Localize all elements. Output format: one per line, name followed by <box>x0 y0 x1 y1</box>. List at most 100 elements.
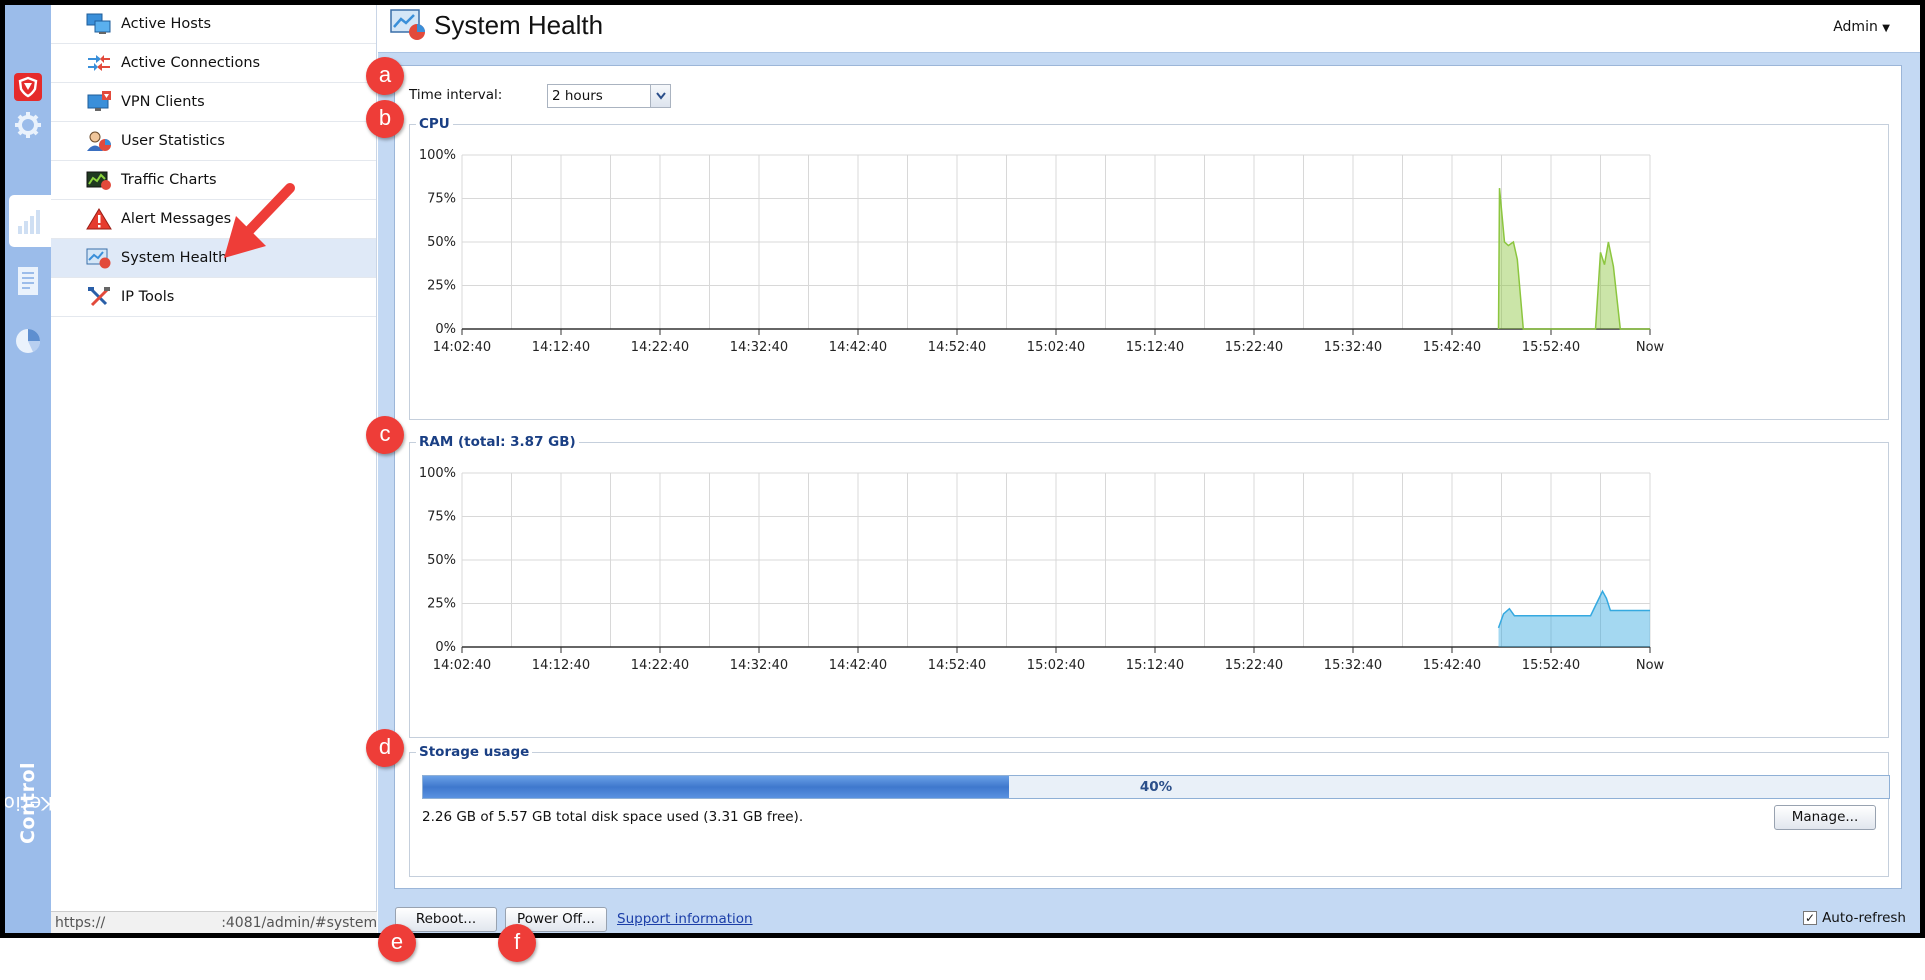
vpn-clients-icon <box>85 90 113 114</box>
nav-item-label: IP Tools <box>121 289 175 305</box>
cpu-y-tick-label: 0% <box>435 322 456 337</box>
cpu-x-tick-label: 14:42:40 <box>829 340 887 355</box>
nav-item-label: VPN Clients <box>121 94 205 110</box>
app-window: Kerio Control Active Hosts Active Connect… <box>0 0 1925 938</box>
chevron-down-icon[interactable] <box>650 85 670 107</box>
cpu-chart-section: CPU 100% 75% 50% 25% 0% 14:02:40 14:12:40 14:22… <box>409 116 1889 420</box>
storage-title: Storage usage <box>416 744 533 760</box>
ram-chart-section: RAM (total: 3.87 GB) 100% 75% 50% 25% 0% 14:0… <box>409 434 1889 738</box>
main-area: System Health Admin ▼ Time interval: 2 h… <box>378 5 1920 933</box>
storage-percent: 40% <box>1139 779 1173 795</box>
ram-x-tick-label: 15:52:40 <box>1522 658 1580 673</box>
cpu-x-tick-label: 15:42:40 <box>1423 340 1481 355</box>
annotation-badge-b: b <box>366 100 404 138</box>
storage-details: 2.26 GB of 5.57 GB total disk space used… <box>422 809 804 825</box>
annotation-badge-c: c <box>366 416 404 454</box>
ram-series-area <box>1498 591 1650 647</box>
monitors-icon <box>85 12 113 36</box>
reports-pie-icon[interactable] <box>7 315 49 367</box>
cpu-x-tick-label: 14:32:40 <box>730 340 788 355</box>
caret-down-icon: ▼ <box>1882 23 1890 34</box>
cpu-x-tick-label: 14:02:40 <box>433 340 491 355</box>
time-interval-select[interactable]: 2 hours <box>547 84 671 108</box>
nav-item-label: System Health <box>121 250 228 266</box>
ram-y-tick-label: 0% <box>435 640 456 655</box>
time-interval-value: 2 hours <box>552 88 603 104</box>
ip-tools-icon <box>85 285 113 309</box>
annotation-badge-d: d <box>366 729 404 767</box>
cpu-x-tick-label: 15:12:40 <box>1126 340 1184 355</box>
nav-item-vpn-clients[interactable]: VPN Clients <box>51 83 376 122</box>
brand-logo: Kerio Control <box>5 733 53 873</box>
admin-menu[interactable]: Admin ▼ <box>1833 19 1890 35</box>
nav-item-label: Active Connections <box>121 55 261 71</box>
user-statistics-icon <box>85 129 113 153</box>
time-interval-label: Time interval: <box>409 87 503 103</box>
cpu-x-tick-label: 14:52:40 <box>928 340 986 355</box>
cpu-x-tick-label: 15:32:40 <box>1324 340 1382 355</box>
nav-item-active-hosts[interactable]: Active Hosts <box>51 5 376 44</box>
nav-item-label: Alert Messages <box>121 211 232 227</box>
admin-label: Admin <box>1833 19 1878 35</box>
ram-x-tick-label: 14:12:40 <box>532 658 590 673</box>
cpu-x-tick-label: 15:02:40 <box>1027 340 1085 355</box>
storage-section: Storage usage 40% 2.26 GB of 5.57 GB tot… <box>409 744 1890 877</box>
nav-item-alert-messages[interactable]: Alert Messages <box>51 200 376 239</box>
nav-item-system-health[interactable]: System Health <box>51 239 376 278</box>
ram-x-tick-label: 15:02:40 <box>1027 658 1085 673</box>
gear-icon[interactable] <box>7 99 49 151</box>
auto-refresh-label: Auto-refresh <box>1822 910 1906 926</box>
ram-y-tick-label: 100% <box>419 466 456 481</box>
manage-button[interactable]: Manage... <box>1774 805 1876 830</box>
cpu-x-tick-label: 15:22:40 <box>1225 340 1283 355</box>
title-bar: System Health Admin ▼ <box>378 5 1920 53</box>
cpu-x-tick-label: 14:12:40 <box>532 340 590 355</box>
ram-x-tick-label: Now <box>1636 658 1665 673</box>
system-health-icon <box>390 9 426 41</box>
auto-refresh-checkbox[interactable]: ✓ <box>1803 911 1818 925</box>
statistics-bars-icon[interactable] <box>9 195 51 247</box>
cpu-y-tick-label: 50% <box>427 235 456 250</box>
page-title: System Health <box>434 10 604 40</box>
brand-light: Kerio <box>2 792 54 815</box>
ram-x-tick-label: 14:32:40 <box>730 658 788 673</box>
nav-item-label: Active Hosts <box>121 16 212 32</box>
nav-item-traffic-charts[interactable]: Traffic Charts <box>51 161 376 200</box>
annotation-badge-e: e <box>378 924 416 962</box>
cpu-y-tick-label: 25% <box>427 279 456 294</box>
ram-y-tick-label: 75% <box>427 510 456 525</box>
storage-progress-bar: 40% <box>422 775 1890 799</box>
logs-icon[interactable] <box>7 255 49 307</box>
nav-item-ip-tools[interactable]: IP Tools <box>51 278 376 317</box>
traffic-charts-icon <box>85 168 113 192</box>
alert-icon <box>85 207 113 231</box>
ram-y-tick-label: 25% <box>427 597 456 612</box>
status-url-suffix: :4081/admin/#systemHealth <box>221 915 377 931</box>
ram-x-tick-label: 14:22:40 <box>631 658 689 673</box>
ram-y-tick-label: 50% <box>427 553 456 568</box>
support-information-link[interactable]: Support information <box>617 911 753 927</box>
navigation-panel: Active Hosts Active Connections VPN Clie… <box>51 5 377 933</box>
nav-item-user-statistics[interactable]: User Statistics <box>51 122 376 161</box>
nav-item-label: Traffic Charts <box>121 172 217 188</box>
reboot-button[interactable]: Reboot... <box>395 907 497 932</box>
status-url: https:// :4081/admin/#systemHealth <box>51 911 377 933</box>
connections-icon <box>85 51 113 75</box>
nav-item-active-connections[interactable]: Active Connections <box>51 44 376 83</box>
auto-refresh-toggle[interactable]: ✓ Auto-refresh <box>1803 910 1906 926</box>
cpu-x-tick-label: 14:22:40 <box>631 340 689 355</box>
cpu-y-tick-label: 75% <box>427 192 456 207</box>
system-health-panel: Time interval: 2 hours CPU 100% 75% 50% 25%… <box>394 65 1902 889</box>
cpu-y-tick-label: 100% <box>419 148 456 163</box>
nav-item-label: User Statistics <box>121 133 225 149</box>
cpu-x-tick-label: 15:52:40 <box>1522 340 1580 355</box>
ram-x-tick-label: 14:52:40 <box>928 658 986 673</box>
annotation-badge-a: a <box>366 57 404 95</box>
ram-x-tick-label: 15:12:40 <box>1126 658 1184 673</box>
annotation-badge-f: f <box>498 924 536 962</box>
ram-x-tick-label: 14:42:40 <box>829 658 887 673</box>
status-url-prefix: https:// <box>55 915 106 931</box>
ram-x-tick-label: 15:32:40 <box>1324 658 1382 673</box>
system-health-icon <box>85 246 113 270</box>
cpu-chart: 100% 75% 50% 25% 0% 14:02:40 14:12:40 14:22:40 1… <box>419 148 1665 355</box>
